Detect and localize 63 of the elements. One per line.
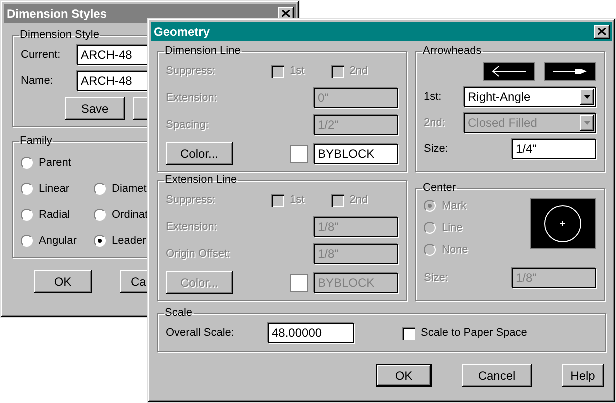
save-button[interactable]: Save: [65, 97, 125, 120]
checkbox-label: 2nd: [350, 65, 368, 77]
radio-label: Parent: [39, 157, 72, 169]
radio-button[interactable]: [94, 235, 106, 247]
radio-label: Angular: [39, 235, 77, 247]
close-button[interactable]: [594, 24, 610, 38]
caret-icon: [584, 121, 590, 125]
dialog-button[interactable]: Cancel: [462, 364, 532, 387]
field-label: Suppress:: [166, 65, 217, 77]
group-title: Extension Line: [164, 174, 238, 186]
radio-button[interactable]: [94, 209, 106, 221]
radio-button[interactable]: [21, 183, 33, 195]
group-title: Scale: [164, 307, 194, 319]
field-label: Current:: [21, 49, 62, 61]
radio-label: Linear: [39, 183, 70, 195]
group-title: Dimension Style: [19, 29, 100, 41]
group-title: Arrowheads: [422, 45, 483, 57]
field-label: Size:: [424, 143, 448, 155]
radio-label: Radial: [39, 209, 70, 221]
dialog-button[interactable]: OK: [376, 364, 432, 387]
close-icon: [282, 10, 290, 17]
input-field[interactable]: 48.00000: [268, 323, 354, 343]
radio-label: Line: [442, 222, 463, 234]
checkbox-label: Scale to Paper Space: [421, 327, 528, 339]
radio-label: Leader: [112, 235, 146, 247]
field-label: Name:: [21, 75, 54, 87]
radio-label: Ordinat: [112, 209, 148, 221]
radio-label: None: [442, 244, 468, 256]
radio-button[interactable]: [21, 209, 33, 221]
field-label: Extension:: [166, 221, 218, 233]
window-title: Dimension Styles: [7, 6, 108, 20]
input-field[interactable]: 1/4": [512, 139, 596, 159]
group-title: Center: [422, 182, 458, 194]
field-label: 1st:: [424, 91, 442, 103]
checkbox-label: 2nd: [350, 194, 368, 206]
dialog-button[interactable]: Help: [562, 364, 604, 387]
dropdown[interactable]: Right-Angle: [464, 87, 596, 107]
left-arrow-icon: [492, 66, 526, 76]
caret-icon: [584, 95, 590, 99]
close-icon: [598, 28, 606, 35]
input-field[interactable]: BYBLOCK: [314, 144, 398, 164]
right-arrow-icon: [553, 68, 587, 74]
group-title: Dimension Line: [164, 45, 242, 57]
field-label: Spacing:: [166, 119, 209, 131]
field-label: Origin Offset:: [166, 248, 231, 260]
radio-label: Diamet: [112, 183, 147, 195]
checkbox-label: 1st: [290, 65, 305, 77]
center-mark-icon: [544, 204, 582, 242]
field-label: Size:: [424, 272, 448, 284]
radio-button[interactable]: [21, 235, 33, 247]
dialog-button[interactable]: OK: [34, 270, 92, 293]
field-label: Extension:: [166, 92, 218, 104]
field-label: Overall Scale:: [166, 327, 236, 339]
window-title: Geometry: [154, 24, 210, 38]
group-title: Family: [19, 135, 54, 147]
radio-button[interactable]: [94, 183, 106, 195]
field-label: Suppress:: [166, 194, 217, 206]
radio-button[interactable]: [21, 157, 33, 169]
radio-label: Mark: [442, 200, 466, 212]
field-label: 2nd:: [424, 117, 446, 129]
color-button[interactable]: Color...: [166, 142, 233, 165]
checkbox-label: 1st: [290, 194, 305, 206]
checkbox[interactable]: [402, 326, 415, 340]
